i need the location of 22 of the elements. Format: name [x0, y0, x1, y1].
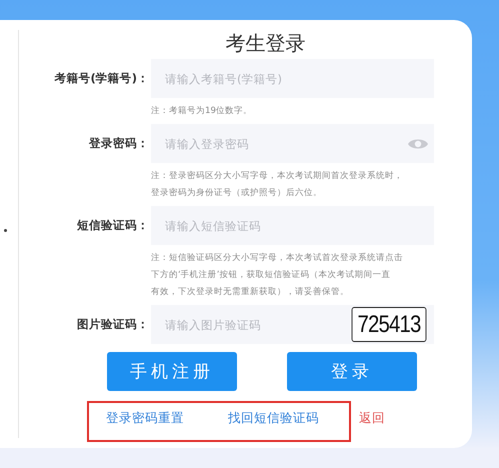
field-label: 短信验证码：	[77, 218, 150, 233]
hint-text: 注：考籍号为19位数字。	[151, 104, 253, 118]
bullet-dot	[4, 229, 7, 232]
link[interactable]: 找回短信验证码	[228, 410, 319, 427]
input-field[interactable]: 请输入短信验证码	[151, 206, 434, 245]
hint-text: 下方的‘手机注册’按钮，获取短信验证码（本次考试期间一直	[151, 268, 392, 282]
input-field[interactable]: 请输入考籍号(学籍号)	[151, 59, 434, 98]
phone-register-button[interactable]: 手机注册	[107, 352, 237, 391]
hint-text: 注：短信验证码区分大小写字母，本次考试首次登录系统请点击	[151, 252, 404, 265]
field-label: 考籍号(学籍号)：	[54, 71, 150, 86]
captcha-image[interactable]: 725413	[352, 307, 426, 342]
hint-text: 注：登录密码区分大小写字母，本次考试期间首次登录系统时，	[151, 170, 404, 183]
login-button[interactable]: 登录	[287, 352, 417, 391]
link[interactable]: 登录密码重置	[106, 410, 184, 427]
hint-text: 登录密码为身份证号（或护照号）后六位。	[151, 186, 323, 200]
field-label: 登录密码：	[89, 136, 150, 151]
hint-text: 有效，下次登录时无需重新获取），请妥善保管。	[151, 286, 350, 299]
page-title: 考生登录	[224, 30, 306, 57]
password-field[interactable]: 请输入登录密码	[151, 124, 434, 163]
eye-icon[interactable]	[408, 136, 428, 150]
back-link[interactable]: 返回	[359, 410, 385, 427]
field-label: 图片验证码：	[77, 317, 150, 332]
